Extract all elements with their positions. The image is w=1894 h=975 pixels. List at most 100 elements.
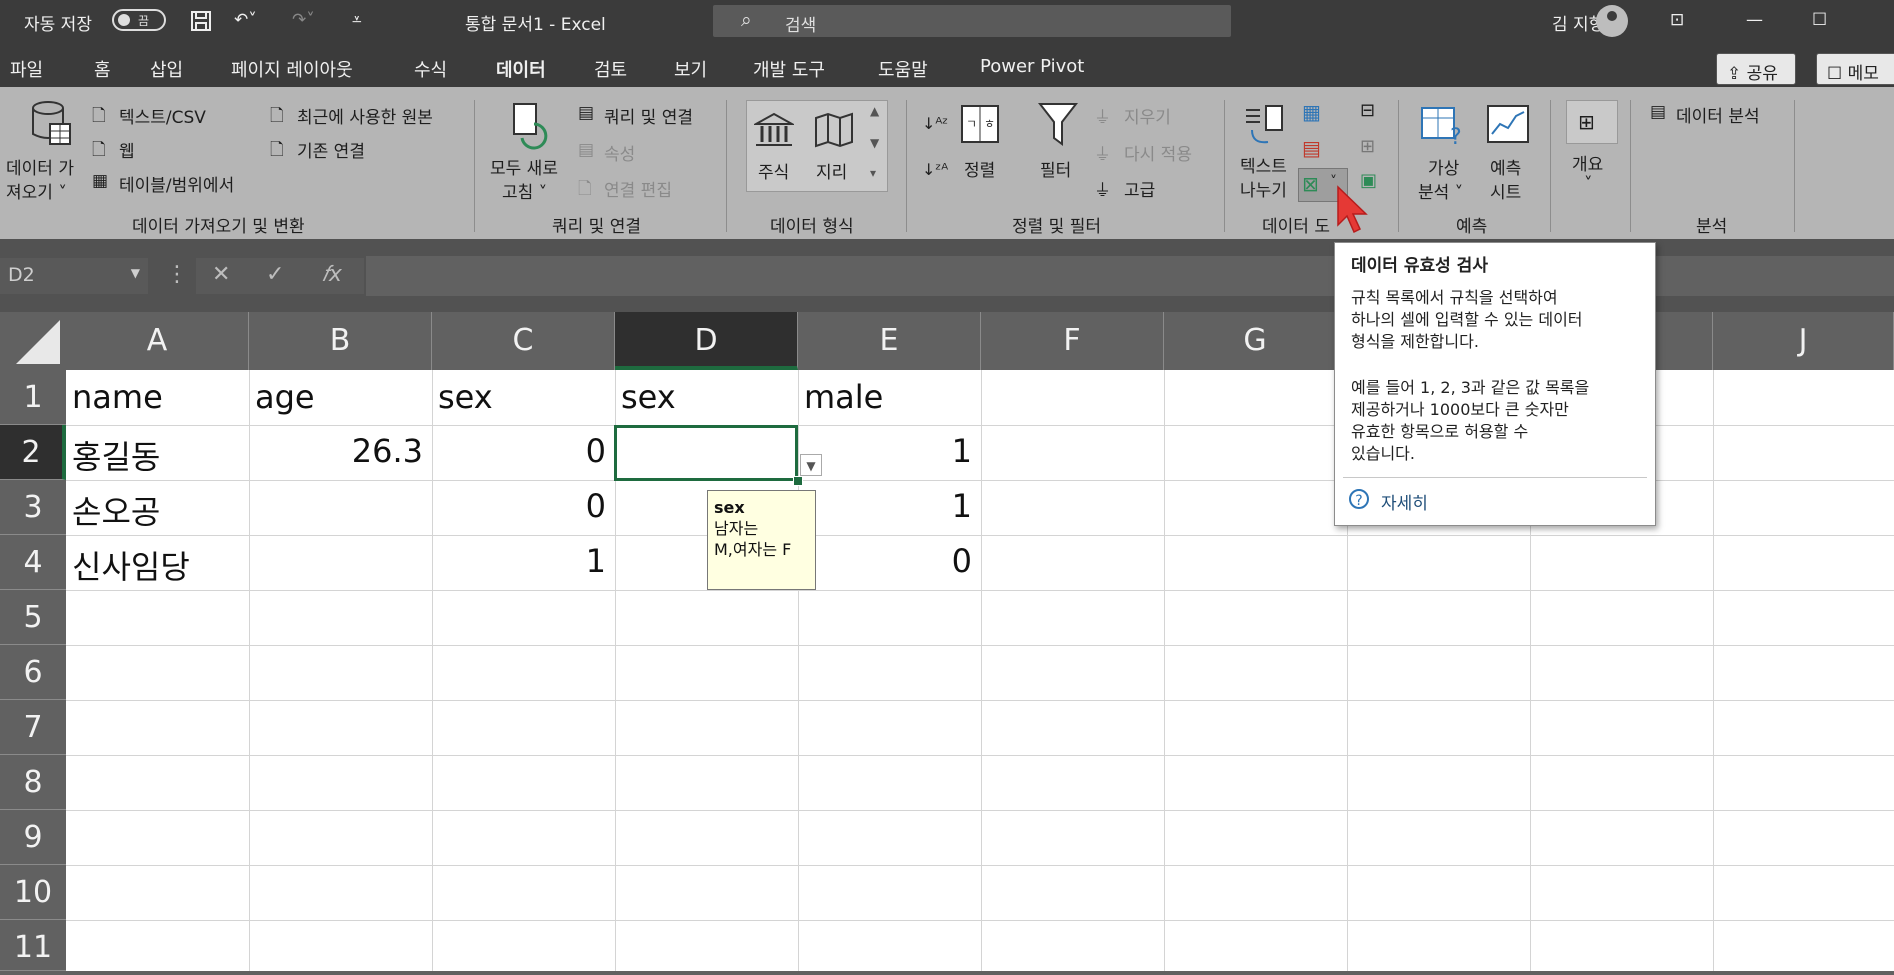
forecast-sheet-button-line2[interactable]: 시트 — [1490, 178, 1521, 203]
gallery-more-icon[interactable]: ▾ — [870, 166, 876, 180]
text-to-columns-button[interactable]: 텍스트 — [1240, 152, 1287, 177]
remove-duplicates-icon[interactable]: ▤ — [1302, 136, 1321, 160]
tab-view[interactable]: 보기 — [674, 56, 707, 82]
validation-dropdown-button[interactable]: ▼ — [800, 454, 822, 476]
stocks-button[interactable]: 주식 — [758, 158, 789, 183]
row-header-6[interactable]: 6 — [0, 645, 66, 700]
search-box[interactable]: ⌕ 검색 — [713, 5, 1231, 37]
relationships-icon[interactable]: ⊞ — [1360, 136, 1375, 157]
cell-b2[interactable]: 26.3 — [255, 432, 423, 470]
share-button[interactable]: ⇪ 공유 — [1716, 53, 1796, 85]
more-icon[interactable]: ⋮ — [166, 262, 188, 287]
column-header-f[interactable]: F — [981, 312, 1164, 370]
column-header-d[interactable]: D — [615, 312, 798, 370]
from-table-button[interactable]: 테이블/범위에서 — [119, 171, 234, 196]
row-header-7[interactable]: 7 — [0, 700, 66, 755]
maximize-icon[interactable]: ☐ — [1812, 10, 1827, 30]
row-header-8[interactable]: 8 — [0, 755, 66, 810]
redo-icon[interactable]: ↷˅ — [292, 10, 315, 30]
tab-formulas[interactable]: 수식 — [414, 56, 447, 82]
edit-links-button[interactable]: 연결 편집 — [604, 176, 672, 201]
outline-chevron-icon[interactable]: ˅ — [1584, 174, 1593, 194]
column-header-b[interactable]: B — [249, 312, 432, 370]
cell-a4[interactable]: 신사임당 — [72, 542, 190, 588]
active-cell-d2[interactable] — [614, 425, 798, 481]
row-header-9[interactable]: 9 — [0, 810, 66, 865]
tab-file[interactable]: 파일 — [10, 56, 43, 82]
forecast-sheet-button[interactable]: 예측 — [1490, 154, 1521, 179]
minimize-icon[interactable]: — — [1746, 10, 1763, 30]
cancel-icon[interactable]: ✕ — [212, 262, 230, 287]
chevron-down-icon[interactable]: ▼ — [131, 266, 140, 280]
outline-button[interactable]: 개요 — [1572, 150, 1603, 175]
row-header-5[interactable]: 5 — [0, 590, 66, 645]
cell-e2[interactable]: 1 — [804, 432, 972, 470]
geography-button[interactable]: 지리 — [816, 158, 847, 183]
text-csv-button[interactable]: 텍스트/CSV — [119, 103, 206, 128]
row-header-11[interactable]: 11 — [0, 920, 66, 971]
tab-page-layout[interactable]: 페이지 레이아웃 — [231, 56, 353, 82]
column-header-e[interactable]: E — [798, 312, 981, 370]
row-header-2[interactable]: 2 — [0, 425, 66, 480]
what-if-button-line2[interactable]: 분석 ˅ — [1418, 178, 1463, 203]
refresh-all-button[interactable]: 모두 새로 — [490, 154, 558, 179]
cell-e1[interactable]: male — [804, 378, 883, 416]
row-header-3[interactable]: 3 — [0, 480, 66, 535]
cell-d1[interactable]: sex — [621, 378, 676, 416]
tab-power-pivot[interactable]: Power Pivot — [980, 56, 1084, 77]
tab-data[interactable]: 데이터 — [496, 56, 546, 90]
memo-button[interactable]: ☐ 메모 — [1816, 53, 1894, 85]
cell-a1[interactable]: name — [72, 378, 163, 416]
row-header-10[interactable]: 10 — [0, 865, 66, 920]
row-header-4[interactable]: 4 — [0, 535, 66, 590]
gallery-down-icon[interactable]: ▼ — [870, 136, 879, 150]
tell-me-more-link[interactable]: 자세히 — [1381, 489, 1428, 514]
save-icon[interactable] — [190, 10, 212, 37]
clear-button[interactable]: 지우기 — [1124, 103, 1171, 128]
properties-button[interactable]: 속성 — [604, 140, 635, 165]
advanced-button[interactable]: 고급 — [1124, 176, 1155, 201]
row-header-1[interactable]: 1 — [0, 370, 66, 425]
undo-icon[interactable]: ↶˅ — [234, 10, 257, 30]
tab-help[interactable]: 도움말 — [878, 56, 928, 82]
tab-review[interactable]: 검토 — [594, 56, 627, 82]
sort-button[interactable]: 정렬 — [964, 156, 995, 181]
fill-handle[interactable] — [793, 476, 803, 486]
ribbon-display-icon[interactable]: ⊡ — [1670, 10, 1684, 30]
formula-input[interactable] — [366, 256, 1894, 296]
cell-c2[interactable]: 0 — [438, 432, 606, 470]
customize-qat-icon[interactable]: ⩡ — [352, 10, 362, 30]
cell-e3[interactable]: 1 — [804, 487, 972, 525]
cell-b1[interactable]: age — [255, 378, 315, 416]
cell-a2[interactable]: 홍길동 — [72, 432, 160, 478]
sort-desc-icon[interactable]: ↓ᶻᴬ — [922, 160, 948, 179]
insert-function-icon[interactable]: 𝑓x — [322, 262, 342, 287]
avatar[interactable] — [1596, 5, 1628, 37]
recent-sources-button[interactable]: 최근에 사용한 원본 — [297, 103, 433, 128]
tab-home[interactable]: 홈 — [94, 56, 111, 82]
autosave-toggle[interactable]: 끔 — [112, 9, 166, 31]
existing-connections-button[interactable]: 기존 연결 — [297, 137, 365, 162]
column-header-c[interactable]: C — [432, 312, 615, 370]
tab-developer[interactable]: 개발 도구 — [753, 56, 825, 82]
filter-button[interactable]: 필터 — [1040, 156, 1071, 181]
sort-asc-icon[interactable]: ↓ᴬᶻ — [922, 114, 948, 133]
column-header-g[interactable]: G — [1164, 312, 1347, 370]
cell-e4[interactable]: 0 — [804, 542, 972, 580]
tab-insert[interactable]: 삽입 — [150, 56, 183, 82]
column-header-a[interactable]: A — [66, 312, 249, 370]
consolidate-icon[interactable]: ⊟ — [1360, 100, 1375, 121]
queries-connections-button[interactable]: 쿼리 및 연결 — [604, 103, 693, 128]
cell-c1[interactable]: sex — [438, 378, 493, 416]
help-icon[interactable]: ? — [1349, 489, 1369, 509]
enter-icon[interactable]: ✓ — [266, 262, 284, 287]
get-data-button[interactable]: 데이터 가 — [6, 154, 74, 179]
what-if-button[interactable]: 가상 — [1428, 154, 1459, 179]
get-data-button-line2[interactable]: 져오기 ˅ — [6, 178, 67, 203]
cell-c3[interactable]: 0 — [438, 487, 606, 525]
flash-fill-icon[interactable]: ▦ — [1302, 100, 1321, 124]
refresh-all-button-line2[interactable]: 고침 ˅ — [502, 178, 547, 203]
gallery-up-icon[interactable]: ▲ — [870, 104, 879, 118]
select-all-button[interactable] — [0, 312, 66, 370]
text-to-columns-button-line2[interactable]: 나누기 — [1240, 176, 1287, 201]
